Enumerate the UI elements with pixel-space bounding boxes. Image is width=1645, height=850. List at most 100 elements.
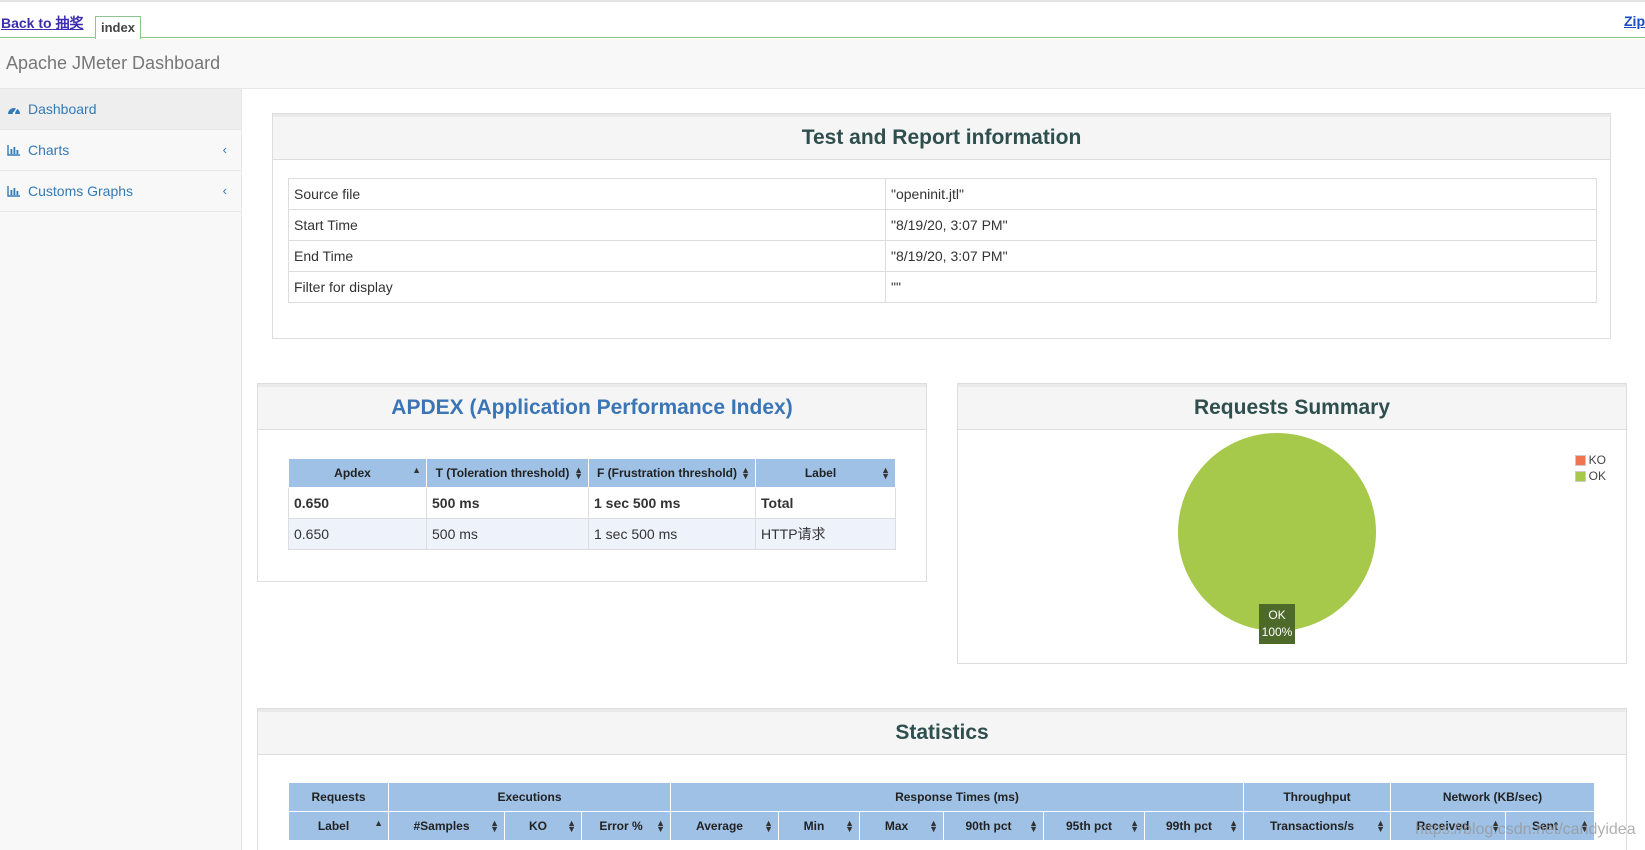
sidebar-item-label: Customs Graphs <box>28 183 134 199</box>
info-key: Source file <box>288 178 886 210</box>
table-cell: 1 sec 500 ms <box>588 518 756 550</box>
group-header-throughput: Throughput <box>1243 782 1391 812</box>
statistics-title: Statistics <box>258 709 1626 755</box>
requests-summary-panel: Requests Summary KO OK OK 100% <box>957 383 1627 664</box>
legend-label: OK <box>1588 469 1606 483</box>
column-header-label: Label <box>804 466 837 480</box>
column-header-95th[interactable]: 95th pct ▲ ▼ <box>1043 811 1145 841</box>
watermark: https://blog.csdn.net/candyidea <box>1415 821 1636 838</box>
column-header-max[interactable]: Max ▲ ▼ <box>859 811 944 841</box>
report-info-title: Test and Report information <box>273 114 1610 160</box>
column-header-min[interactable]: Min ▲ ▼ <box>778 811 860 841</box>
sidebar-item-label: Dashboard <box>28 101 97 117</box>
brand-title[interactable]: Apache JMeter Dashboard <box>6 53 220 74</box>
column-header-text: 90th pct <box>965 819 1012 833</box>
back-link[interactable]: Back to 抽奖 <box>1 13 83 33</box>
table-header-row: Label ▲ #Samples ▲ ▼ KO ▲ ▼ Error % ▲ ▼ Average… <box>288 811 1595 841</box>
group-header-network: Network (KB/sec) <box>1390 782 1595 812</box>
apdex-title: APDEX (Application Performance Index) <box>258 384 926 430</box>
column-header-frustration[interactable]: F (Frustration threshold) ▲ ▼ <box>588 458 756 488</box>
sidebar-item-charts[interactable]: Charts ‹ <box>0 130 241 171</box>
sort-icon[interactable]: ▲ ▼ <box>741 466 750 481</box>
pie-slice-ok[interactable] <box>1178 433 1376 631</box>
sort-asc-icon[interactable]: ▲ <box>412 466 421 475</box>
report-info-table: Source file "openinit.jtl" Start Time "8… <box>288 178 1597 303</box>
sidebar-item-customs-graphs[interactable]: Customs Graphs ‹ <box>0 171 241 212</box>
table-cell: 1 sec 500 ms <box>588 487 756 519</box>
column-header-90th[interactable]: 90th pct ▲ ▼ <box>943 811 1044 841</box>
legend-swatch <box>1574 470 1586 482</box>
sort-icon[interactable]: ▲ ▼ <box>656 819 665 834</box>
column-header-label-col[interactable]: Label ▲ ▼ <box>755 458 896 488</box>
legend-item-ko[interactable]: KO <box>1574 452 1606 468</box>
sort-asc-icon[interactable]: ▲ <box>374 819 383 828</box>
column-header-text: KO <box>529 819 547 833</box>
column-header-text: Transactions/s <box>1269 819 1355 833</box>
table-row: 0.650 500 ms 1 sec 500 ms Total <box>288 487 896 519</box>
column-header-99th[interactable]: 99th pct ▲ ▼ <box>1144 811 1244 841</box>
sort-icon[interactable]: ▲ ▼ <box>929 819 938 834</box>
chevron-left-icon[interactable]: ‹ <box>223 142 227 157</box>
column-header-text: 95th pct <box>1065 819 1112 833</box>
sort-icon[interactable]: ▲ ▼ <box>567 819 576 834</box>
table-row: Source file "openinit.jtl" <box>288 178 1597 210</box>
column-header-label[interactable]: Label ▲ <box>288 811 389 841</box>
sort-icon[interactable]: ▲ ▼ <box>845 819 854 834</box>
column-header-label: F (Frustration threshold) <box>597 466 737 480</box>
column-header-ko[interactable]: KO ▲ ▼ <box>504 811 582 841</box>
chevron-left-icon[interactable]: ‹ <box>223 183 227 198</box>
table-row: End Time "8/19/20, 3:07 PM" <box>288 240 1597 272</box>
sort-icon[interactable]: ▲ ▼ <box>574 466 583 481</box>
sort-icon[interactable]: ▲ ▼ <box>764 819 773 834</box>
column-header-toleration[interactable]: T (Toleration threshold) ▲ ▼ <box>426 458 589 488</box>
table-cell: 500 ms <box>426 487 589 519</box>
column-header-text: Label <box>317 819 350 833</box>
sort-icon[interactable]: ▲ ▼ <box>1376 819 1385 834</box>
group-header-requests: Requests <box>288 782 389 812</box>
table-row: 0.650 500 ms 1 sec 500 ms HTTP请求 <box>288 518 896 550</box>
info-key: Start Time <box>288 209 886 241</box>
table-cell: Total <box>755 487 896 519</box>
column-header-samples[interactable]: #Samples ▲ ▼ <box>388 811 505 841</box>
apdex-panel: APDEX (Application Performance Index) Ap… <box>257 383 927 582</box>
sidebar-item-dashboard[interactable]: Dashboard <box>0 89 241 130</box>
statistics-table: Requests Executions Response Times (ms) … <box>288 782 1595 841</box>
column-header-label: Apdex <box>334 466 371 480</box>
column-header-label: T (Toleration threshold) <box>435 466 570 480</box>
info-key: Filter for display <box>288 271 886 303</box>
column-header-text: Min <box>803 819 825 833</box>
info-value: "" <box>885 271 1597 303</box>
legend-swatch <box>1574 454 1586 466</box>
sort-icon[interactable]: ▲ ▼ <box>1130 819 1139 834</box>
table-cell: HTTP请求 <box>755 518 896 550</box>
sort-icon[interactable]: ▲ ▼ <box>490 819 499 834</box>
legend-item-ok[interactable]: OK <box>1574 468 1606 484</box>
column-header-error-pct[interactable]: Error % ▲ ▼ <box>581 811 671 841</box>
chart-legend: KO OK <box>1574 452 1606 484</box>
group-header-executions: Executions <box>388 782 671 812</box>
report-info-panel: Test and Report information Source file … <box>272 113 1611 339</box>
apdex-table: Apdex ▲ T (Toleration threshold) ▲ ▼ F (Fru… <box>288 458 896 550</box>
info-value: "8/19/20, 3:07 PM" <box>885 240 1597 272</box>
pie-slice-label: OK 100% <box>1259 604 1295 644</box>
slice-name: OK <box>1268 608 1286 622</box>
column-header-apdex[interactable]: Apdex ▲ <box>288 458 427 488</box>
sidebar-item-label: Charts <box>28 142 70 158</box>
table-cell: 0.650 <box>288 518 427 550</box>
column-header-text: Error % <box>599 819 643 833</box>
bar-chart-icon <box>7 145 20 156</box>
info-key: End Time <box>288 240 886 272</box>
table-row: Start Time "8/19/20, 3:07 PM" <box>288 209 1597 241</box>
app-header: Apache JMeter Dashboard <box>0 39 1645 89</box>
table-header-row: Apdex ▲ T (Toleration threshold) ▲ ▼ F (Fru… <box>288 458 896 488</box>
info-value: "8/19/20, 3:07 PM" <box>885 209 1597 241</box>
zip-link[interactable]: Zip <box>1624 13 1645 29</box>
tab-index[interactable]: index <box>95 16 141 40</box>
column-header-text: #Samples <box>413 819 470 833</box>
column-header-average[interactable]: Average ▲ ▼ <box>670 811 779 841</box>
sort-icon[interactable]: ▲ ▼ <box>1229 819 1238 834</box>
column-header-transactions[interactable]: Transactions/s ▲ ▼ <box>1243 811 1391 841</box>
sort-icon[interactable]: ▲ ▼ <box>881 466 890 481</box>
column-header-text: Max <box>884 819 909 833</box>
sort-icon[interactable]: ▲ ▼ <box>1029 819 1038 834</box>
